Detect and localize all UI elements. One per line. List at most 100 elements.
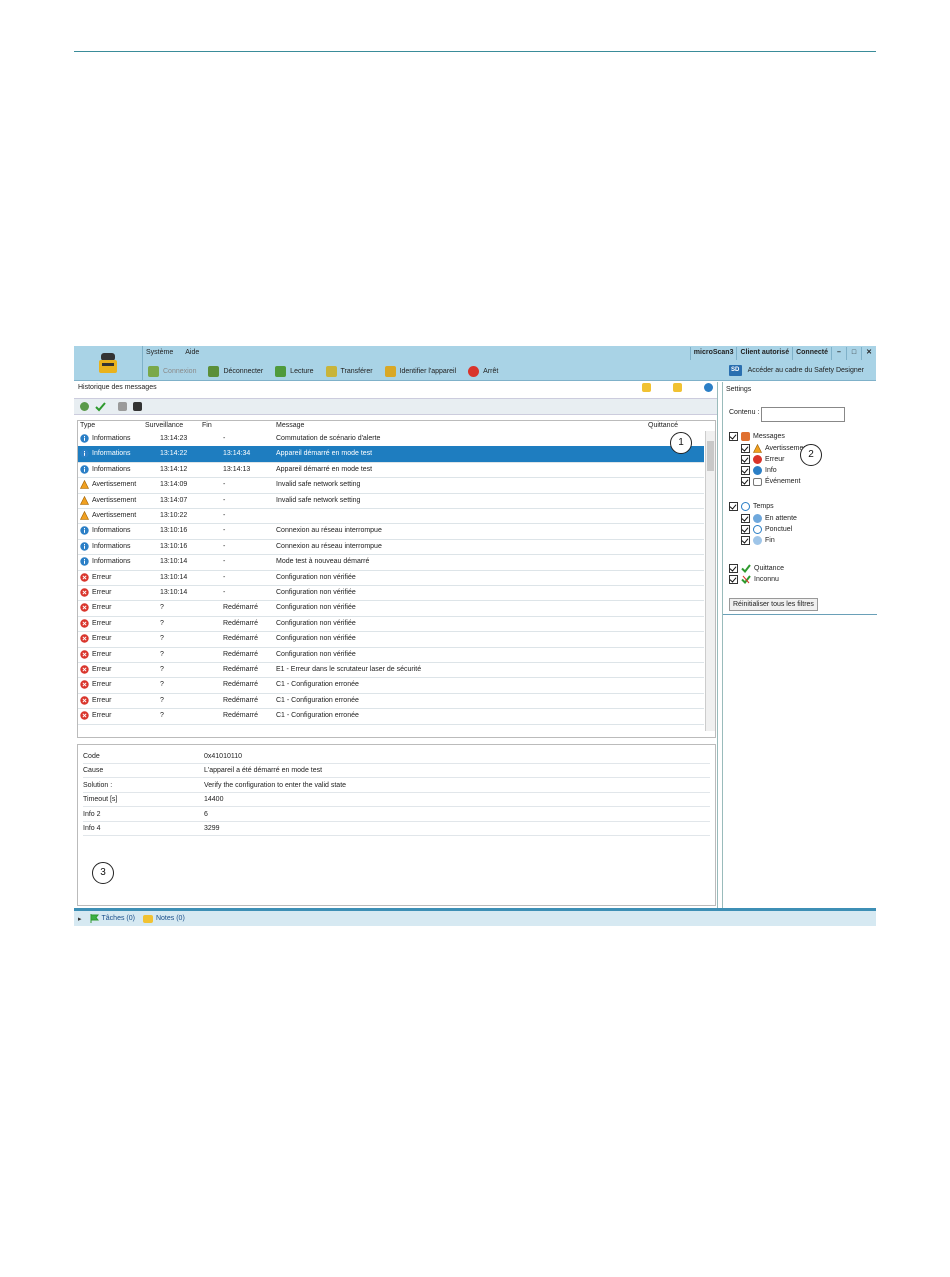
menu-systeme[interactable]: Système [144, 348, 175, 360]
cell-type: Erreur [92, 681, 112, 689]
evenement-checkbox[interactable] [741, 477, 750, 486]
erreur-checkbox[interactable] [741, 455, 750, 464]
expand-arrow-icon[interactable]: ▸ [78, 915, 82, 923]
detail-value: 0x41010110 [204, 753, 243, 760]
cell-message: Configuration non vérifiée [276, 650, 356, 658]
filter-ponctuel[interactable]: Ponctuel [741, 525, 792, 534]
col-type[interactable]: Type [80, 422, 95, 429]
cell-type: Erreur [92, 589, 112, 596]
fin-checkbox[interactable] [741, 536, 750, 545]
transfer-button[interactable]: Transférer [322, 365, 377, 377]
filter-en-attente[interactable]: En attente [741, 514, 797, 523]
temps-label: Temps [753, 503, 774, 510]
close-button[interactable]: ✕ [861, 347, 876, 360]
cell-message: Invalid safe network setting [276, 481, 361, 489]
settings-panel: Settings Contenu : Messages Avertissemen… [722, 382, 877, 909]
menu-aide[interactable]: Aide [183, 348, 201, 360]
fin-label: Fin [765, 537, 775, 544]
cell-fin: Redémarré [223, 604, 259, 612]
cell-message: Invalid safe network setting [276, 496, 361, 504]
message-history-panel: Historique des messages Type Surveillanc… [74, 382, 718, 909]
event-icon [753, 477, 762, 486]
table-row[interactable]: Erreur? Redémarré C1 - Configuration erron… [78, 677, 704, 694]
table-row[interactable]: Avertissement 13:14:07 - Invalid safe netwo… [78, 493, 704, 509]
warning-icon [80, 480, 89, 489]
avertissement-checkbox[interactable] [741, 444, 750, 453]
col-quittance[interactable]: Quittancé [648, 422, 678, 429]
table-row[interactable]: Erreur? Redémarré Configuration non vérifi… [78, 631, 704, 648]
error-icon [80, 680, 89, 690]
cell-surveillance: 13:10:16 [160, 542, 188, 550]
table-row[interactable]: Erreur? Redémarré E1 - Erreur dans le scru… [78, 662, 704, 679]
inconnu-checkbox[interactable] [729, 575, 738, 584]
table-row[interactable]: Erreur 13:10:14 - Configuration non vérifié… [78, 585, 704, 602]
safety-designer-link[interactable]: SD Accéder au cadre du Safety Designer [728, 365, 864, 376]
scroll-thumb[interactable] [707, 441, 714, 471]
cell-surveillance: ? [160, 604, 164, 612]
messages-checkbox[interactable] [729, 432, 738, 441]
save-icon[interactable] [133, 402, 142, 411]
filter-temps[interactable]: Temps [729, 502, 774, 511]
flag-icon [90, 914, 99, 923]
table-row[interactable]: Erreur 13:10:14 - Configuration non vérifié… [78, 570, 704, 586]
filter-inconnu[interactable]: Inconnu [729, 575, 779, 584]
table-row[interactable]: Avertissement 13:14:09 - Invalid safe netwo… [78, 477, 704, 494]
identify-icon [384, 365, 396, 377]
filter-erreur[interactable]: Erreur [741, 455, 784, 464]
stop-button[interactable]: Arrêt [464, 365, 502, 377]
dock-icon[interactable] [673, 383, 682, 392]
ponctuel-checkbox[interactable] [741, 525, 750, 534]
table-row[interactable]: Erreur? Redémarré C1 - Configuration erron… [78, 708, 704, 725]
cell-message: E1 - Erreur dans le scrutateur laser de … [276, 666, 422, 673]
table-row[interactable]: Erreur? Redémarré Configuration non vérifi… [78, 647, 704, 663]
table-row[interactable]: Informations 13:10:16 - Connexion au réseau… [78, 539, 704, 556]
table-row[interactable]: Avertissement 13:10:22 - [78, 508, 704, 525]
cell-surveillance: ? [160, 696, 164, 704]
table-row[interactable]: Erreur? Redémarré Configuration non vérifi… [78, 616, 704, 633]
filter-evenement[interactable]: Événement [741, 477, 800, 486]
acknowledge-icon[interactable] [95, 401, 106, 412]
col-message[interactable]: Message [276, 422, 304, 429]
print-icon[interactable] [118, 402, 127, 411]
quittance-checkbox[interactable] [729, 564, 738, 573]
table-row[interactable]: Informations 13:14:22 13:14:34 Appareil dém… [78, 446, 704, 463]
help-icon[interactable] [704, 383, 713, 392]
disconnect-button[interactable]: Déconnecter [204, 365, 267, 377]
minimize-button[interactable]: – [831, 347, 846, 360]
cell-fin: Redémarré [223, 635, 259, 643]
read-button[interactable]: Lecture [271, 365, 317, 377]
info-checkbox[interactable] [741, 466, 750, 475]
table-row[interactable]: Informations 13:14:12 13:14:13 Appareil dém… [78, 462, 704, 479]
client-status[interactable]: Client autorisé [736, 347, 792, 360]
detail-row: Timeout [s] 14400 [83, 793, 710, 808]
table-row[interactable]: Informations 13:10:16 - Connexion au réseau… [78, 523, 704, 540]
connect-button[interactable]: Connexion [144, 365, 200, 377]
cell-type: Avertissement [92, 496, 137, 504]
en-attente-checkbox[interactable] [741, 514, 750, 523]
identify-device-button[interactable]: Identifier l'appareil [381, 365, 461, 377]
col-fin[interactable]: Fin [202, 422, 212, 429]
filter-messages[interactable]: Messages [729, 432, 785, 441]
filter-avertissement[interactable]: Avertissement [741, 444, 809, 453]
notes-tab[interactable]: Notes (0) [142, 914, 185, 923]
maximize-button[interactable]: □ [846, 347, 861, 360]
table-row[interactable]: Informations 13:14:23 - Commutation de scén… [78, 431, 704, 448]
table-row[interactable]: Erreur? Redémarré C1 - Configuration erron… [78, 693, 704, 710]
cell-type: Erreur [92, 604, 112, 612]
tasks-tab[interactable]: Tâches (0) [90, 914, 135, 923]
cell-message: C1 - Configuration erronée [276, 712, 359, 720]
col-surveillance[interactable]: Surveillance [145, 422, 183, 429]
check-icon [741, 564, 751, 573]
reset-filters-button[interactable]: Réinitialiser tous les filtres [729, 598, 818, 611]
contenu-input[interactable] [761, 407, 845, 422]
table-row[interactable]: Informations 13:10:14 - Mode test à nouveau… [78, 554, 704, 571]
temps-checkbox[interactable] [729, 502, 738, 511]
table-scrollbar[interactable] [705, 431, 715, 731]
filter-fin[interactable]: Fin [741, 536, 775, 545]
filter-quittance[interactable]: Quittance [729, 564, 784, 573]
pin-icon[interactable] [642, 383, 651, 392]
filter-info[interactable]: Info [741, 466, 777, 475]
evenement-label: Événement [765, 478, 801, 485]
table-row[interactable]: Erreur? Redémarré Configuration non vérifi… [78, 600, 704, 617]
refresh-icon[interactable] [80, 402, 89, 411]
